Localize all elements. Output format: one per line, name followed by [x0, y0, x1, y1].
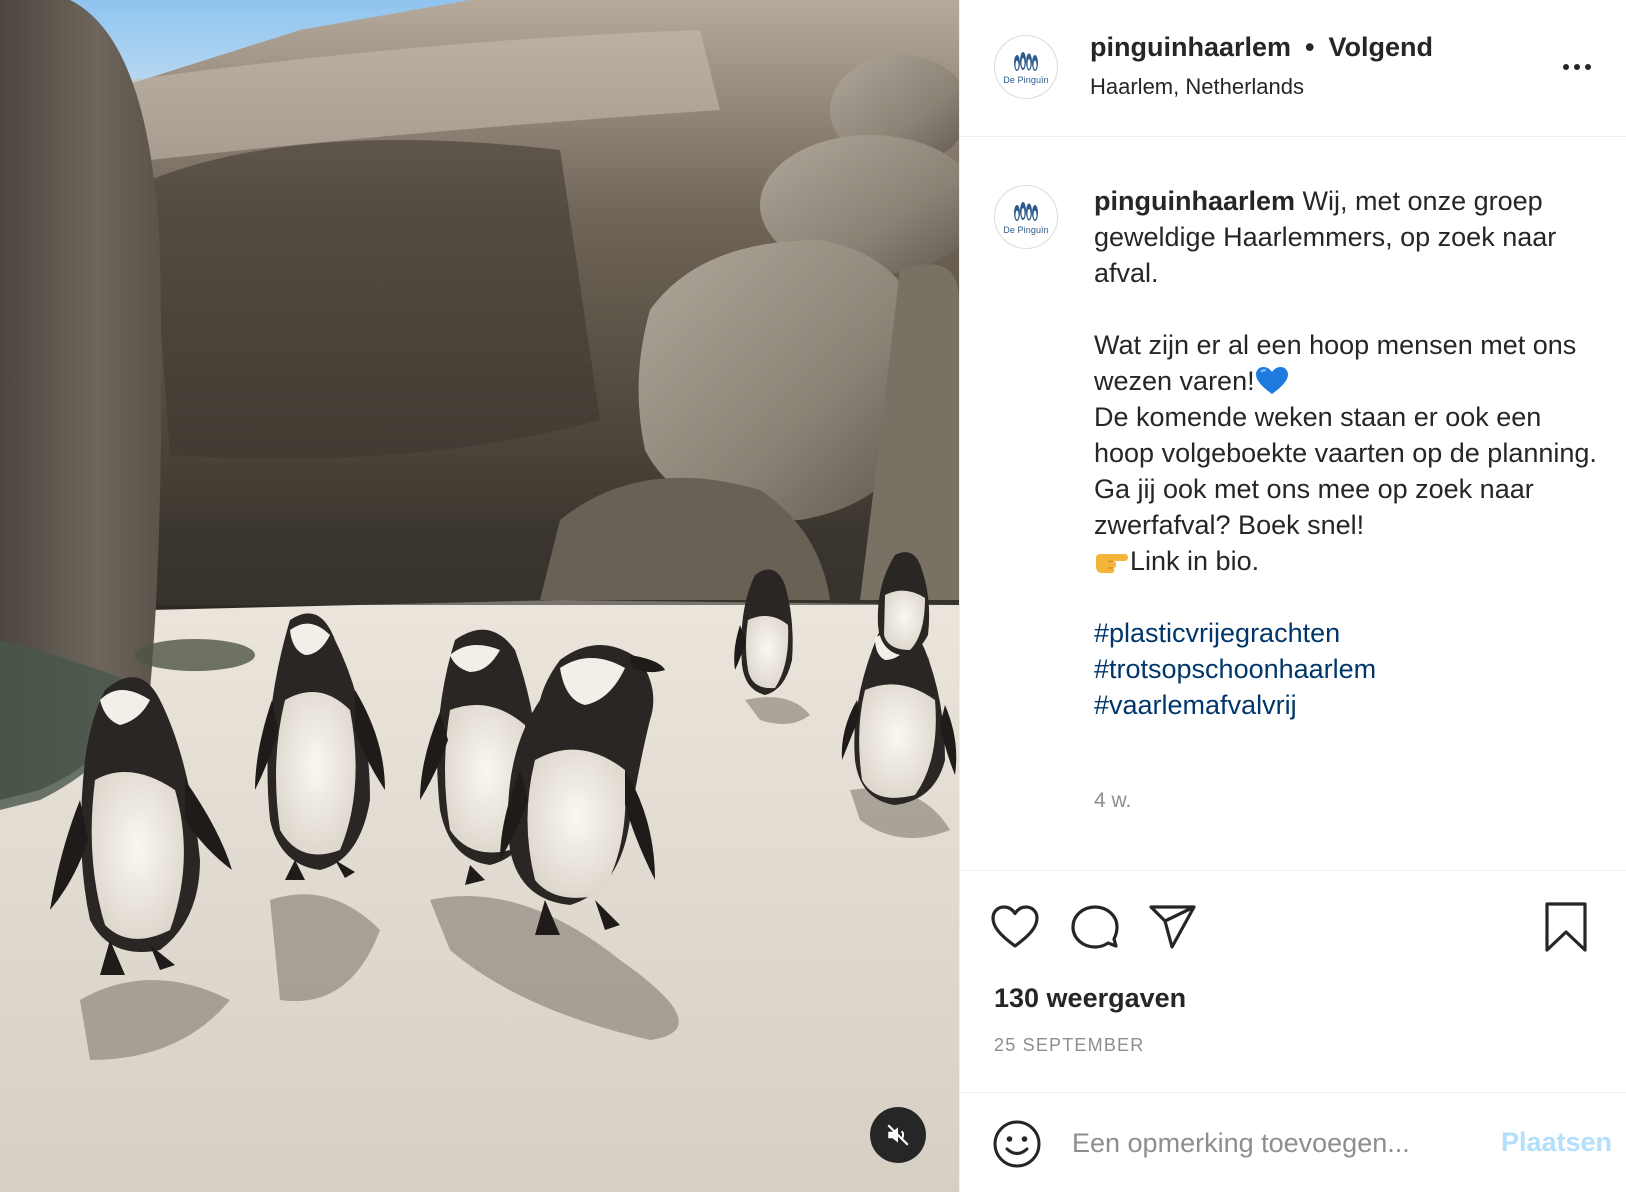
comment-input[interactable]	[1072, 1123, 1472, 1163]
save-button[interactable]	[1543, 901, 1589, 953]
comment-bubble-icon	[1071, 905, 1119, 949]
penguin-logo-icon	[1014, 201, 1038, 221]
pointing-hand-icon	[1096, 554, 1128, 574]
caption-paragraph-1: pinguinhaarlem Wij, met onze groep gewel…	[1094, 183, 1599, 291]
emoji-picker-button[interactable]	[992, 1119, 1042, 1169]
caption-paragraph-2: Wat zijn er al een hoop mensen met ons w…	[1094, 327, 1599, 399]
paper-plane-icon	[1149, 905, 1196, 949]
caption-paragraph-5: Link in bio.	[1094, 543, 1599, 579]
avatar[interactable]: De Pinguïn	[994, 35, 1058, 99]
post-actions: 130 weergaven 25 SEPTEMBER	[960, 870, 1626, 1092]
post-media-video[interactable]	[0, 0, 959, 1192]
share-button[interactable]	[1148, 903, 1198, 951]
more-options-icon	[1563, 64, 1569, 70]
view-count[interactable]: 130 weergaven	[994, 983, 1186, 1014]
smiley-icon	[993, 1120, 1041, 1168]
more-options-icon-dot	[1585, 64, 1591, 70]
header-user-line: pinguinhaarlem • Volgend	[1090, 32, 1433, 63]
like-button[interactable]	[990, 903, 1040, 951]
more-options-icon-dot	[1574, 64, 1580, 70]
caption-paragraph-3: De komende weken staan er ook een hoop v…	[1094, 402, 1597, 468]
avatar-logo-text: De Pinguïn	[1003, 74, 1049, 85]
bookmark-icon	[1545, 902, 1587, 952]
caption-paragraph-4: Ga jij ook met ons mee op zoek naar zwer…	[1094, 474, 1534, 540]
username-link[interactable]: pinguinhaarlem	[1090, 32, 1291, 62]
heart-icon	[991, 905, 1039, 948]
follow-status-button[interactable]: Volgend	[1328, 32, 1433, 62]
caption-text: pinguinhaarlem Wij, met onze groep gewel…	[1094, 183, 1599, 723]
comment-button[interactable]	[1070, 903, 1120, 951]
separator-dot: •	[1305, 32, 1315, 62]
penguin-logo-icon	[1014, 51, 1038, 71]
avatar-logo-text: De Pinguïn	[1003, 224, 1049, 235]
caption-line: Link in bio.	[1130, 546, 1260, 576]
post-comment-button[interactable]: Plaatsen	[1482, 1127, 1612, 1158]
penguins-beach-image	[0, 0, 959, 1192]
hashtag-link[interactable]: #plasticvrijegrachten	[1094, 615, 1599, 651]
caption-username-link[interactable]: pinguinhaarlem	[1094, 186, 1295, 216]
blue-heart-icon	[1255, 367, 1288, 394]
location-link[interactable]: Haarlem, Netherlands	[1090, 74, 1304, 100]
comment-bar: Plaatsen	[960, 1092, 1626, 1192]
post-details-panel: De Pinguïn pinguinhaarlem • Volgend Haarle…	[959, 0, 1626, 1192]
caption-time-ago[interactable]: 4 w.	[1094, 789, 1131, 813]
post-date[interactable]: 25 SEPTEMBER	[994, 1035, 1144, 1056]
caption-line: Wat zijn er al een hoop mensen met ons w…	[1094, 330, 1577, 396]
more-options-button[interactable]	[1555, 52, 1599, 82]
caption-section: De Pinguïn pinguinhaarlem Wij, met onze …	[960, 137, 1626, 870]
speaker-muted-icon	[887, 1124, 909, 1146]
mute-toggle-button[interactable]	[870, 1107, 926, 1163]
hashtag-link[interactable]: #vaarlemafvalvrij	[1094, 687, 1599, 723]
post-header: De Pinguïn pinguinhaarlem • Volgend Haarle…	[960, 0, 1626, 137]
hashtag-link[interactable]: #trotsopschoonhaarlem	[1094, 651, 1599, 687]
avatar[interactable]: De Pinguïn	[994, 185, 1058, 249]
